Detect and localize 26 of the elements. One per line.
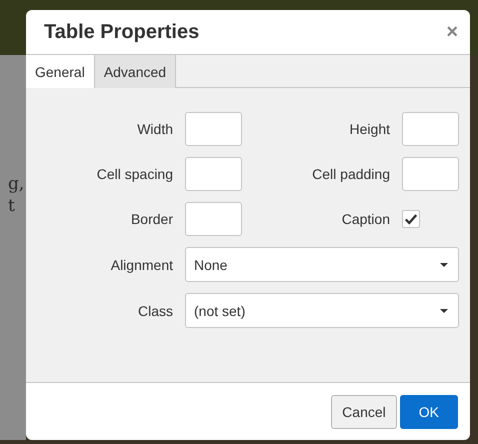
dialog-button[interactable]: Cancel bbox=[331, 394, 397, 428]
field-label: Cell spacing bbox=[96, 166, 173, 182]
dropdown[interactable]: (not set) bbox=[185, 293, 459, 328]
input-field[interactable] bbox=[185, 202, 242, 236]
close-button[interactable]: × bbox=[446, 22, 458, 42]
tab[interactable]: Advanced bbox=[94, 55, 176, 88]
dropdown[interactable]: None bbox=[185, 247, 459, 282]
field-label: Caption bbox=[340, 211, 390, 227]
caret-icon bbox=[440, 262, 448, 266]
background-text: g, bbox=[8, 173, 24, 195]
caret-icon bbox=[440, 308, 448, 312]
input-field[interactable] bbox=[402, 157, 459, 191]
field-label: Cell padding bbox=[311, 166, 390, 182]
field-label: Class bbox=[136, 302, 173, 318]
field-label: Alignment bbox=[110, 256, 173, 272]
checkbox[interactable] bbox=[402, 210, 420, 228]
background-text: t bbox=[8, 195, 15, 217]
tab[interactable]: General bbox=[26, 55, 95, 88]
field-label: Border bbox=[130, 211, 173, 227]
field-label: Height bbox=[348, 121, 390, 137]
input-field[interactable] bbox=[402, 112, 459, 146]
dialog-title: Table Properties bbox=[44, 20, 200, 44]
input-field[interactable] bbox=[185, 112, 242, 146]
field-label: Width bbox=[136, 121, 173, 137]
dialog-button[interactable]: OK bbox=[400, 394, 458, 428]
input-field[interactable] bbox=[185, 157, 242, 191]
